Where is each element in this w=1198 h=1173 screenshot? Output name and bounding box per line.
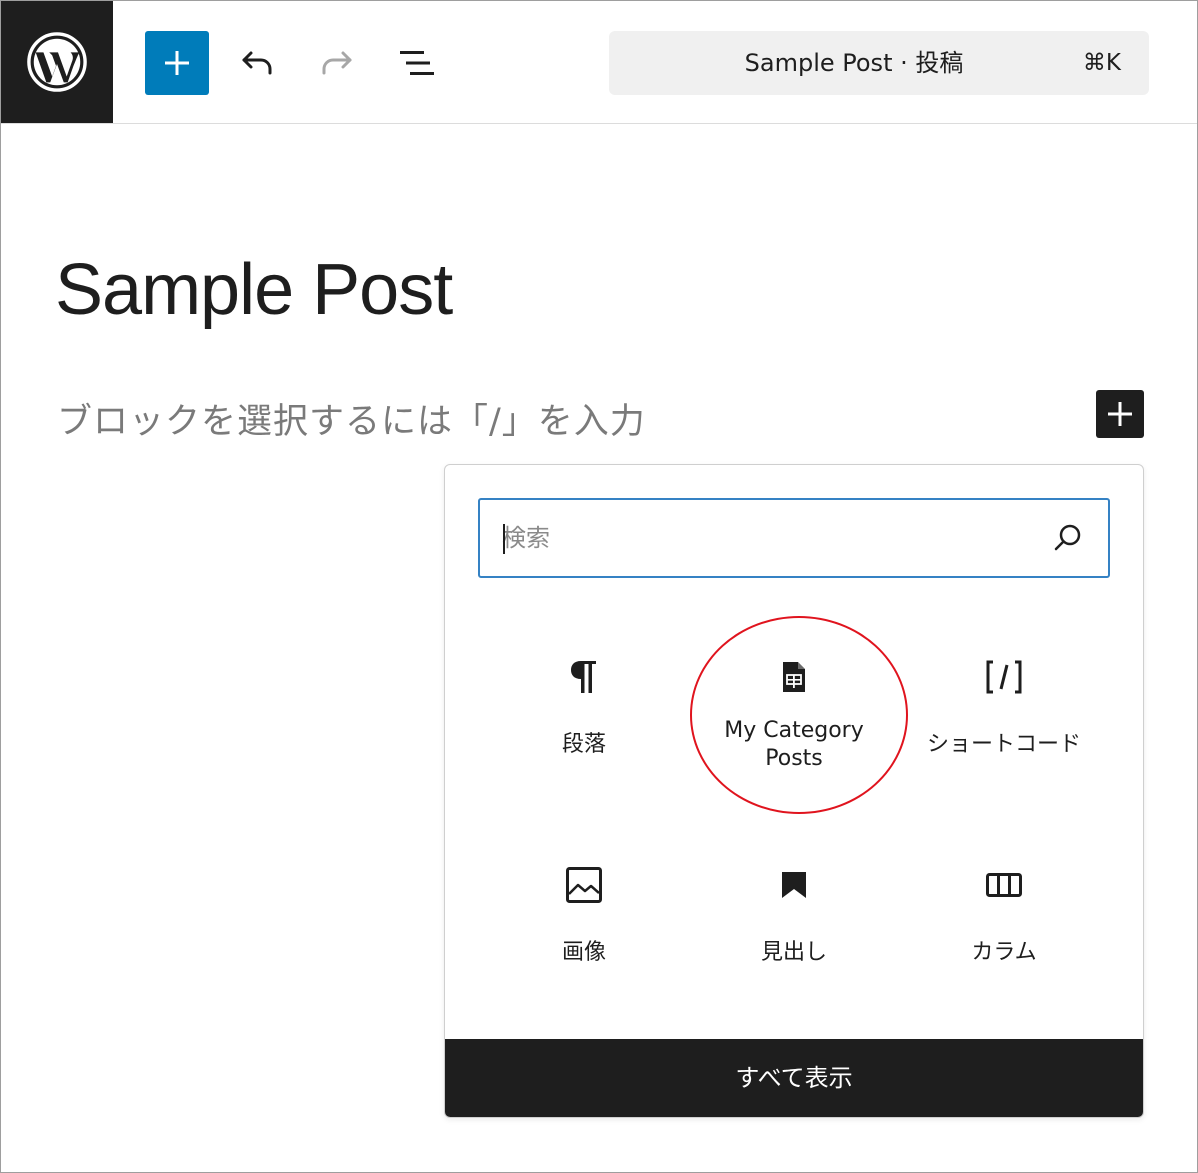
- list-view-icon: [400, 51, 434, 75]
- block-item-label: カラム: [971, 940, 1037, 965]
- block-item-label-line1: My Category: [724, 718, 864, 743]
- block-item-label: 見出し: [760, 940, 827, 965]
- block-item-heading[interactable]: 見出し: [689, 823, 899, 993]
- block-item-label: My Category Posts: [689, 717, 899, 773]
- block-item-shortcode[interactable]: ショートコード: [899, 615, 1109, 785]
- paragraph-icon: [571, 661, 596, 693]
- undo-icon: [242, 51, 272, 75]
- browse-all-button[interactable]: すべて表示: [445, 1039, 1143, 1117]
- block-item-image[interactable]: 画像: [479, 823, 689, 993]
- columns-icon: [986, 873, 1022, 897]
- quick-inserter-popover: 段落 My Category Posts: [444, 464, 1144, 1118]
- redo-button[interactable]: [307, 31, 367, 95]
- command-palette-button[interactable]: Sample Post · 投稿 ⌘K: [609, 31, 1149, 95]
- bookmark-icon: [782, 872, 806, 898]
- plus-icon: [1108, 402, 1132, 426]
- image-icon: [566, 867, 602, 903]
- block-item-paragraph[interactable]: 段落: [479, 615, 689, 785]
- document-icon: [783, 662, 805, 692]
- editor-window: Sample Post · 投稿 ⌘K Sample Post ブロックを選択す…: [0, 0, 1198, 1173]
- text-caret: [503, 524, 505, 554]
- shortcode-icon: [986, 660, 1022, 694]
- block-inserter-toggle-button[interactable]: [145, 31, 209, 95]
- block-search-input[interactable]: [502, 500, 1022, 576]
- keyboard-shortcut: ⌘K: [1082, 50, 1121, 76]
- block-item-label: ショートコード: [926, 732, 1081, 757]
- plus-icon: [165, 51, 189, 75]
- block-item-my-category-posts[interactable]: My Category Posts: [689, 615, 899, 785]
- block-search-box[interactable]: [478, 498, 1110, 578]
- wordpress-logo-icon[interactable]: [1, 1, 113, 123]
- redo-icon: [322, 51, 352, 75]
- editor-header: Sample Post · 投稿 ⌘K: [1, 1, 1197, 124]
- add-block-button[interactable]: [1096, 390, 1144, 438]
- block-item-label-line2: Posts: [765, 746, 823, 771]
- block-item-columns[interactable]: カラム: [899, 823, 1109, 993]
- block-item-label: 段落: [561, 732, 606, 757]
- undo-button[interactable]: [227, 31, 287, 95]
- block-item-label: 画像: [561, 940, 606, 965]
- post-title[interactable]: Sample Post: [55, 249, 453, 331]
- search-icon: [1054, 524, 1081, 551]
- document-title: Sample Post · 投稿: [744, 49, 964, 77]
- empty-block-placeholder[interactable]: ブロックを選択するには「/」を入力: [57, 393, 646, 444]
- document-overview-button[interactable]: [387, 31, 447, 95]
